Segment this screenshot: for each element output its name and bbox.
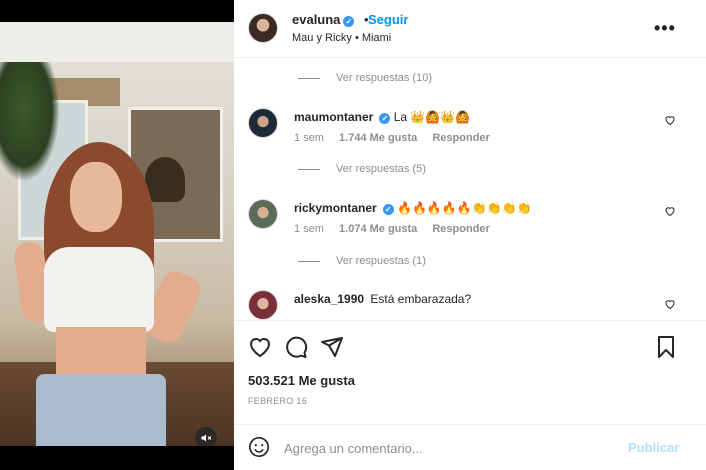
comment-text: Está embarazada? — [370, 292, 472, 306]
replies-line — [298, 168, 320, 170]
save-bookmark-icon[interactable] — [654, 335, 678, 359]
commenter-username[interactable]: maumontaner — [294, 110, 373, 124]
comment-meta: 1 sem 1.744 Me gusta Responder — [294, 132, 502, 144]
author-avatar[interactable] — [248, 13, 278, 43]
reply-button[interactable]: Responder — [432, 132, 489, 144]
view-replies-label: Ver respuestas (10) — [336, 72, 432, 84]
comment-text: 🔥🔥🔥🔥🔥👏👏👏👏 — [397, 201, 532, 215]
reply-button[interactable]: Responder — [432, 223, 489, 235]
commenter-avatar[interactable] — [248, 290, 278, 320]
add-comment-bar: Publicar — [234, 424, 706, 470]
comment-bubble-icon[interactable] — [284, 335, 308, 359]
post-date[interactable]: FEBRERO 16 — [248, 396, 307, 406]
emoji-icon[interactable] — [248, 436, 270, 458]
person-top — [44, 247, 154, 332]
media-bottom-bar — [0, 446, 234, 470]
view-replies-label: Ver respuestas (5) — [336, 163, 426, 175]
view-replies-label: Ver respuestas (1) — [336, 255, 426, 267]
speaker-muted-icon — [201, 434, 212, 442]
scene-plant — [0, 62, 60, 182]
comment-text: La 👑🙆👑🙆 — [393, 110, 471, 124]
mute-button[interactable] — [195, 427, 217, 446]
commenter-username[interactable]: rickymontaner — [294, 201, 377, 215]
share-send-icon[interactable] — [320, 335, 344, 359]
scene-ceiling — [0, 22, 234, 62]
comments-list: Ver respuestas (10) maumontaner ✓ La 👑🙆👑🙆… — [234, 58, 706, 320]
replies-line — [298, 77, 320, 79]
post-panel: evaluna ✓ • Seguir Mau y Ricky • Miami ••… — [234, 0, 706, 470]
comment-time[interactable]: 1 sem — [294, 132, 324, 144]
view-replies-link[interactable]: Ver respuestas (10) — [298, 72, 432, 84]
author-username[interactable]: evaluna — [292, 12, 340, 27]
verified-badge-icon: ✓ — [343, 16, 355, 27]
post-actions: 503.521 Me gusta FEBRERO 16 — [234, 320, 706, 424]
media-top-bar — [0, 0, 234, 22]
post-likes-count[interactable]: 503.521 Me gusta — [248, 373, 355, 388]
publish-button[interactable]: Publicar — [628, 440, 679, 455]
like-comment-heart-icon[interactable] — [664, 114, 676, 126]
comment-likes[interactable]: 1.074 Me gusta — [339, 223, 417, 235]
comment-text-row: aleska_1990 Está embarazada? — [294, 292, 471, 306]
post-media[interactable] — [0, 0, 234, 470]
comment-meta: 1 sem 1.074 Me gusta Responder — [294, 223, 502, 235]
follow-button[interactable]: Seguir — [368, 12, 408, 27]
person-face — [70, 162, 122, 232]
commenter-avatar[interactable] — [248, 108, 278, 138]
comment-time[interactable]: 1 sem — [294, 223, 324, 235]
view-replies-link[interactable]: Ver respuestas (1) — [298, 255, 426, 267]
comment-likes[interactable]: 1.744 Me gusta — [339, 132, 417, 144]
like-heart-icon[interactable] — [248, 335, 272, 359]
commenter-username[interactable]: aleska_1990 — [294, 292, 364, 306]
like-comment-heart-icon[interactable] — [664, 205, 676, 217]
comment-text-row: rickymontaner ✓ 🔥🔥🔥🔥🔥👏👏👏👏 — [294, 201, 532, 215]
comment-input[interactable] — [284, 437, 614, 459]
view-replies-link[interactable]: Ver respuestas (5) — [298, 163, 426, 175]
replies-line — [298, 260, 320, 262]
like-comment-heart-icon[interactable] — [664, 298, 676, 310]
verified-badge-icon: ✓ — [379, 113, 391, 124]
video-frame[interactable] — [0, 22, 234, 446]
post-header: evaluna ✓ • Seguir Mau y Ricky • Miami ••… — [234, 0, 706, 58]
more-options-icon[interactable]: ••• — [654, 18, 676, 39]
comment-text-row: maumontaner ✓ La 👑🙆👑🙆 — [294, 110, 470, 124]
commenter-avatar[interactable] — [248, 199, 278, 229]
scene-lamp — [145, 157, 185, 202]
person-jeans — [36, 374, 166, 446]
author-username-row: evaluna ✓ — [292, 12, 355, 27]
post-subtitle[interactable]: Mau y Ricky • Miami — [292, 32, 391, 44]
verified-badge-icon: ✓ — [382, 204, 394, 215]
